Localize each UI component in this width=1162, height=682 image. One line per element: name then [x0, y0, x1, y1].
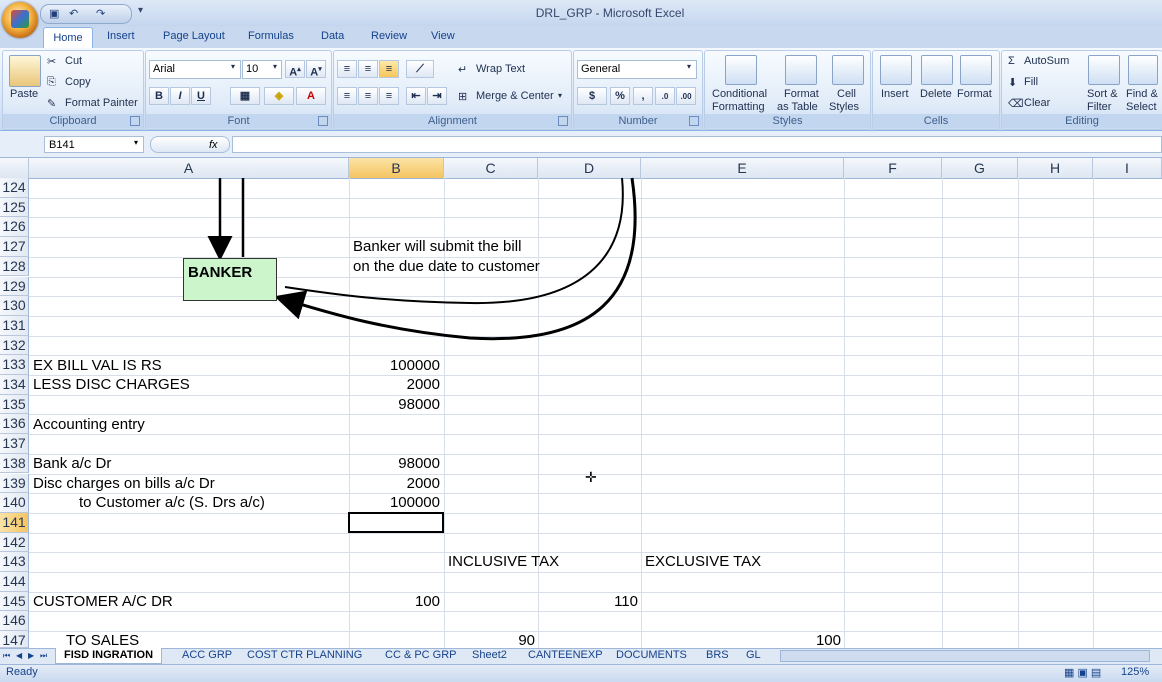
sheet-tab[interactable]: COST CTR PLANNING — [247, 648, 362, 663]
flow-arrows — [207, 177, 637, 341]
cell-e143[interactable]: EXCLUSIVE TAX — [645, 553, 761, 571]
sheet-nav-last-icon[interactable]: ⏭ — [40, 648, 47, 663]
note-line-1: Banker will submit the bill — [353, 238, 522, 255]
cell-b145[interactable]: 100 — [349, 593, 440, 611]
office-button[interactable] — [2, 2, 38, 38]
sheet-tab[interactable]: DOCUMENTS — [616, 648, 687, 663]
sheet-tab[interactable]: BRS — [706, 648, 729, 663]
cell-b133[interactable]: 100000 — [349, 357, 440, 375]
banker-box: BANKER — [183, 258, 277, 301]
cell-a133[interactable]: EX BILL VAL IS RS — [33, 357, 162, 375]
active-cell-b141[interactable] — [348, 512, 444, 533]
sheet-tab[interactable]: ACC GRP — [182, 648, 232, 663]
status-ready: Ready — [6, 666, 38, 678]
sheet-tab[interactable]: CANTEENEXP — [528, 648, 603, 663]
sheet-tab[interactable]: CC & PC GRP — [385, 648, 457, 663]
cell-b134[interactable]: 2000 — [349, 376, 440, 394]
horizontal-scrollbar[interactable] — [780, 650, 1150, 662]
cell-b138[interactable]: 98000 — [349, 455, 440, 473]
sheet-nav-first-icon[interactable]: ⏮ — [3, 648, 10, 663]
view-buttons-icon[interactable]: ▦ ▣ ▤ — [1064, 666, 1101, 679]
banker-label: BANKER — [188, 264, 253, 281]
sheet-tab-active[interactable]: FISD INGRATION — [55, 648, 163, 664]
cell-a140[interactable]: to Customer a/c (S. Drs a/c) — [79, 494, 265, 512]
sheet-nav-prev-icon[interactable]: ◀ — [16, 648, 22, 663]
cell-a136[interactable]: Accounting entry — [33, 416, 145, 434]
sheet-tab[interactable]: GL — [746, 648, 761, 663]
cell-b135[interactable]: 98000 — [349, 396, 440, 414]
cell-c143[interactable]: INCLUSIVE TAX — [448, 553, 559, 571]
cell-a138[interactable]: Bank a/c Dr — [33, 455, 111, 473]
cell-a145[interactable]: CUSTOMER A/C DR — [33, 593, 173, 611]
zoom-level[interactable]: 125% — [1121, 666, 1149, 678]
cell-a139[interactable]: Disc charges on bills a/c Dr — [33, 475, 215, 493]
cell-b140[interactable]: 100000 — [349, 494, 440, 512]
cell-b139[interactable]: 2000 — [349, 475, 440, 493]
cell-d145[interactable]: 110 — [538, 593, 638, 611]
cursor-cross-icon: ✛ — [585, 469, 597, 485]
sheet-tab[interactable]: Sheet2 — [472, 648, 507, 663]
cell-a134[interactable]: LESS DISC CHARGES — [33, 376, 190, 394]
status-bar — [0, 664, 1162, 682]
office-logo-icon — [11, 10, 29, 28]
note-line-2: on the due date to customer — [353, 258, 540, 275]
sheet-nav-next-icon[interactable]: ▶ — [28, 648, 34, 663]
